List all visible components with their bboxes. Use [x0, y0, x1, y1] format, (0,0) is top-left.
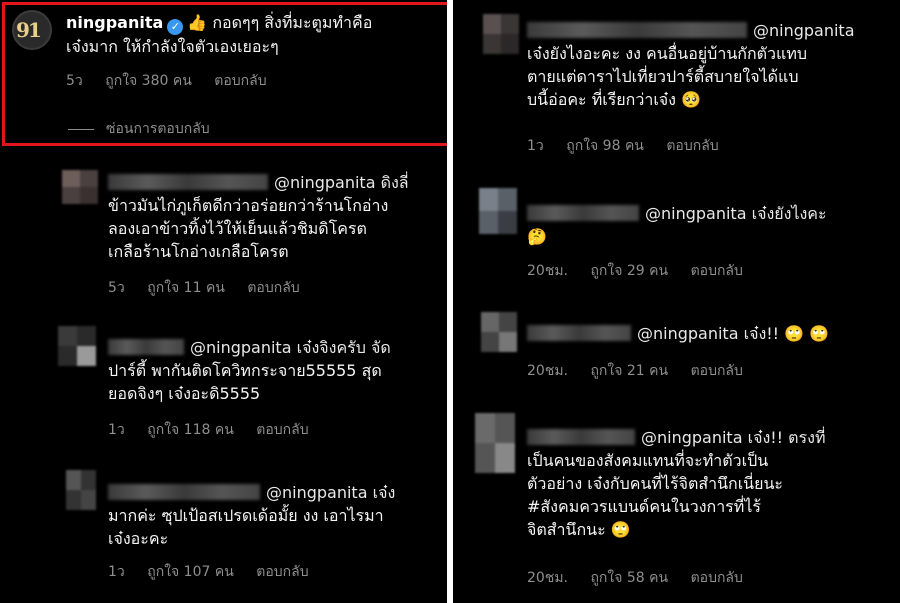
reply-meta: 20ชม. ถูกใจ 29 คน ตอบกลับ	[527, 260, 743, 282]
thinking-face-emoji: 🤔	[527, 227, 547, 246]
reply-meta: 1ว ถูกใจ 98 คน ตอบกลับ	[527, 135, 719, 157]
reply-meta: 20ชม. ถูกใจ 58 คน ตอบกลับ	[527, 567, 743, 589]
reply-button[interactable]: ตอบกลับ	[691, 570, 743, 586]
likes-count[interactable]: ถูกใจ 58 คน	[590, 570, 668, 586]
blurred-avatar[interactable]	[62, 170, 98, 204]
eye-roll-emoji: 🙄 🙄	[784, 324, 830, 343]
blurred-username[interactable]	[527, 325, 631, 341]
reply-text: @ningpanita เจ๋ง!! ตรงที่ เป็นคนของสังคม…	[527, 428, 826, 539]
blurred-avatar[interactable]	[483, 14, 519, 54]
comment-time: 1ว	[108, 564, 125, 580]
blurred-username[interactable]	[527, 205, 639, 221]
likes-count[interactable]: ถูกใจ 107 คน	[147, 564, 234, 580]
reply-meta: 5ว ถูกใจ 11 คน ตอบกลับ	[108, 277, 300, 299]
reply-meta: 20ชม. ถูกใจ 21 คน ตอบกลับ	[527, 360, 743, 382]
comment-time: 1ว	[527, 138, 544, 154]
reply-button[interactable]: ตอบกลับ	[666, 138, 718, 154]
reply-text: @ningpanita เจ๋ง!! 🙄 🙄	[527, 322, 892, 345]
reply-text: @ningpanita เจ๋งยังไงอะคะ งง คนอื่นอยู่บ…	[527, 21, 855, 109]
blurred-avatar[interactable]	[475, 413, 515, 473]
reply-button[interactable]: ตอบกลับ	[256, 422, 308, 438]
blurred-avatar[interactable]	[58, 326, 96, 366]
reply-button[interactable]: ตอบกลับ	[247, 280, 299, 296]
blurred-avatar[interactable]	[66, 470, 96, 510]
likes-count[interactable]: ถูกใจ 29 คน	[590, 263, 668, 279]
reply-meta: 1ว ถูกใจ 107 คน ตอบกลับ	[108, 561, 309, 583]
reply-button[interactable]: ตอบกลับ	[256, 564, 308, 580]
pleading-face-emoji: 🥺	[681, 90, 702, 109]
likes-count[interactable]: ถูกใจ 118 คน	[147, 422, 234, 438]
blurred-username[interactable]	[527, 429, 635, 445]
reply-text: @ningpanita เจ๋งยังไงคะ 🤔	[527, 204, 827, 246]
comment-time: 20ชม.	[527, 363, 568, 379]
right-comment-panel: @ningpanita เจ๋งยังไงอะคะ งง คนอื่นอยู่บ…	[453, 0, 900, 603]
reply-meta: 1ว ถูกใจ 118 คน ตอบกลับ	[108, 419, 309, 441]
comment-time: 20ชม.	[527, 570, 568, 586]
highlight-box	[2, 2, 480, 146]
likes-count[interactable]: ถูกใจ 21 คน	[590, 363, 668, 379]
likes-count[interactable]: ถูกใจ 11 คน	[147, 280, 225, 296]
reply-text: @ningpanita เจ๋งจิงครับ จัด ปาร์ตี้ พากั…	[108, 338, 391, 403]
blurred-username[interactable]	[527, 22, 747, 38]
reply-button[interactable]: ตอบกลับ	[691, 263, 743, 279]
blurred-username[interactable]	[108, 174, 268, 190]
reply-text: @ningpanita เจ๋ง มากค่ะ ซุปเป้อสเปรดเด้อ…	[108, 483, 396, 548]
eye-roll-emoji: 🙄	[610, 520, 631, 539]
blurred-username[interactable]	[108, 484, 260, 500]
left-comment-panel: 91 ningpanita ✓ 👍 กอดๆๆ สิ่งที่มะตูมทำคือ …	[0, 0, 480, 603]
comment-time: 20ชม.	[527, 263, 568, 279]
blurred-avatar[interactable]	[479, 188, 517, 234]
likes-count[interactable]: ถูกใจ 98 คน	[566, 138, 644, 154]
comment-time: 5ว	[108, 280, 125, 296]
blurred-avatar[interactable]	[481, 312, 517, 352]
comment-time: 1ว	[108, 422, 125, 438]
reply-text: @ningpanita ดิงลี่ ข้าวมันไก่ภูเก็ตดีกว่…	[108, 173, 409, 261]
blurred-username[interactable]	[108, 339, 184, 355]
reply-button[interactable]: ตอบกลับ	[691, 363, 743, 379]
